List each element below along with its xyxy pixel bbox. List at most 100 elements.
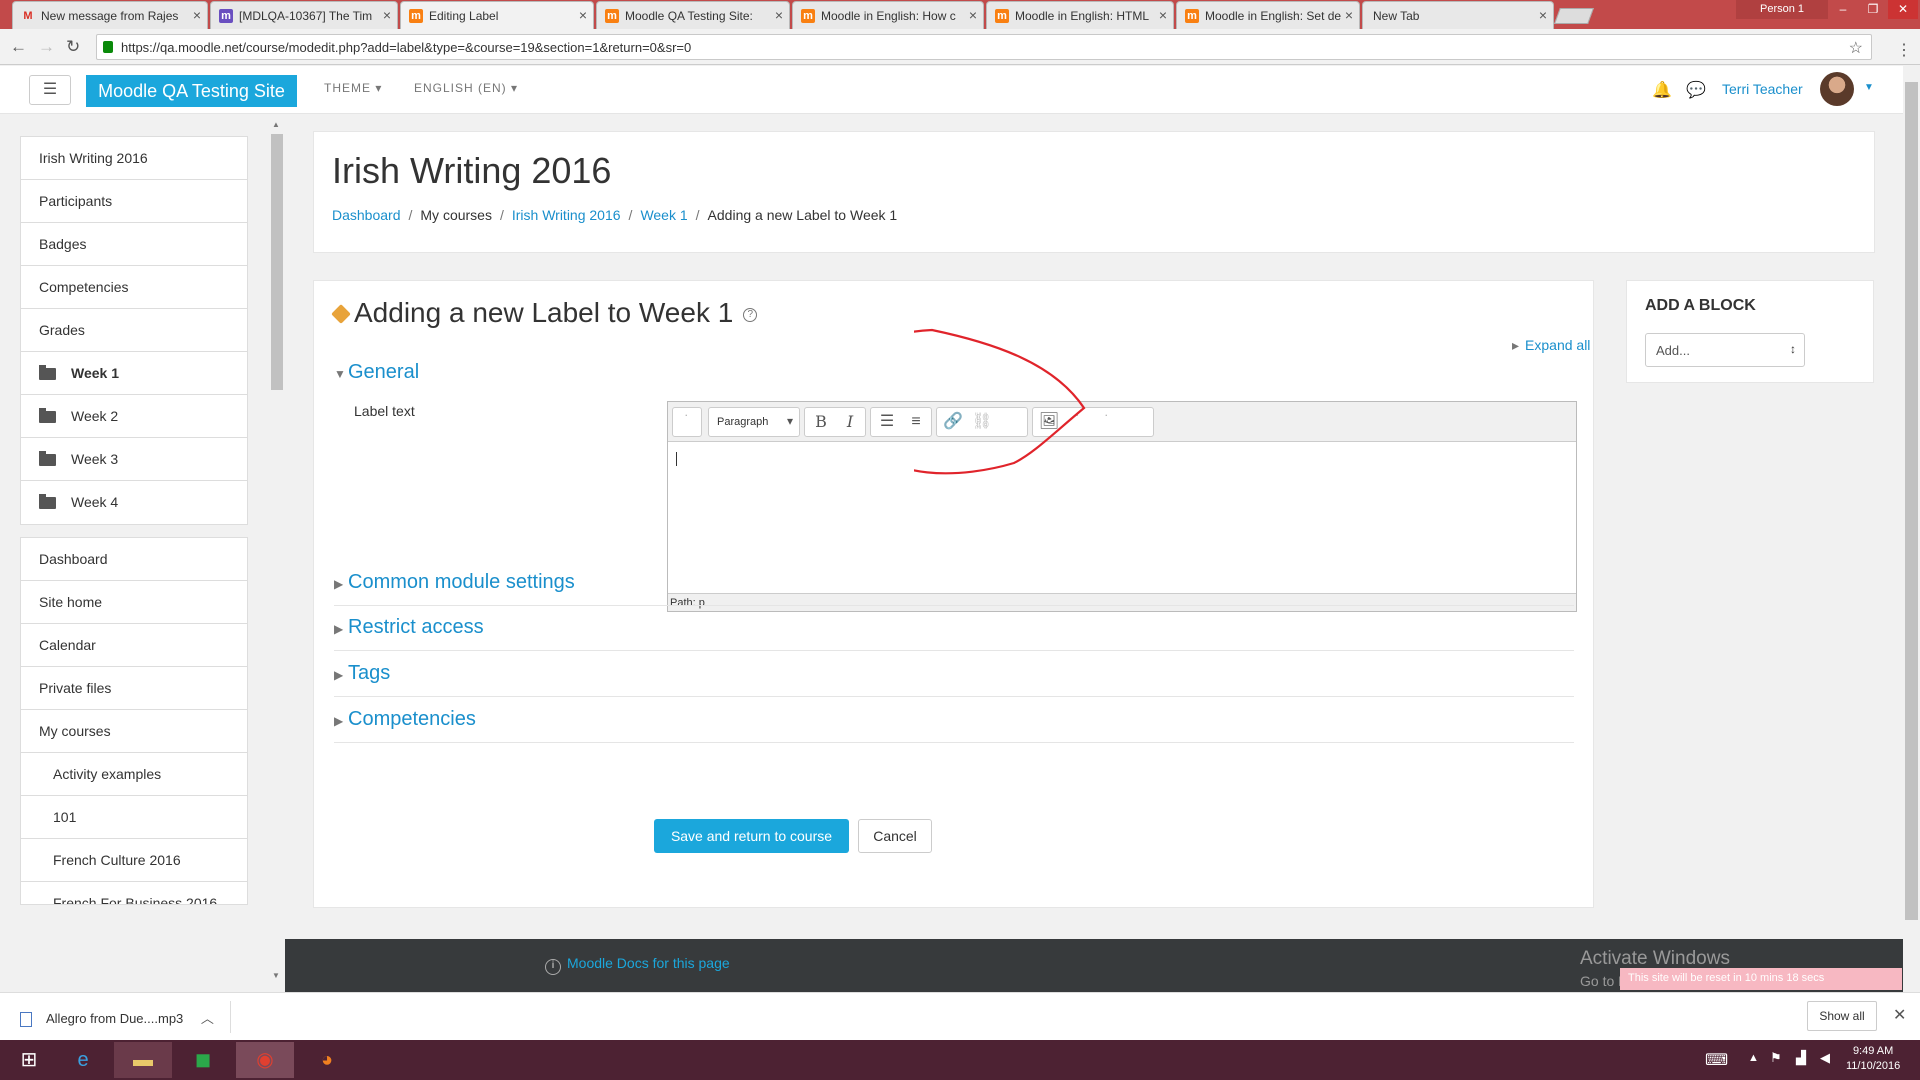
- avatar[interactable]: [1820, 72, 1854, 106]
- browser-tab[interactable]: m Moodle in English: How c ×: [792, 1, 984, 29]
- chrome-icon[interactable]: ◉: [236, 1042, 294, 1078]
- help-icon[interactable]: ?: [743, 307, 758, 322]
- sidebar-item[interactable]: Week 4: [21, 481, 247, 524]
- network-icon[interactable]: ▟: [1796, 1050, 1806, 1066]
- sidebar-item[interactable]: Badges: [21, 223, 247, 266]
- add-block-panel: ADD A BLOCK Add...: [1626, 280, 1874, 383]
- browser-tab[interactable]: m [MDLQA-10367] The Tim ×: [210, 1, 398, 29]
- sidebar-item[interactable]: French Culture 2016: [21, 839, 247, 882]
- close-tab-icon[interactable]: ×: [775, 7, 783, 23]
- browser-tab[interactable]: m Moodle QA Testing Site: ×: [596, 1, 790, 29]
- sidebar-item[interactable]: 101: [21, 796, 247, 839]
- page-scrollbar[interactable]: [1903, 66, 1920, 992]
- sidebar-item[interactable]: Participants: [21, 180, 247, 223]
- browser-tab[interactable]: New Tab ×: [1362, 1, 1554, 29]
- moodle-docs-link[interactable]: Moodle Docs for this page: [545, 955, 730, 975]
- forward-icon[interactable]: →: [38, 37, 55, 57]
- breadcrumb-item[interactable]: Dashboard: [332, 207, 401, 223]
- tray-chevron-icon[interactable]: ▲: [1748, 1052, 1759, 1064]
- show-all-downloads-button[interactable]: Show all: [1807, 1001, 1877, 1031]
- section-competencies-toggle[interactable]: ▶ Competencies: [334, 708, 476, 731]
- editor-content-area[interactable]: [668, 442, 1576, 593]
- sidebar-item[interactable]: Activity examples: [21, 753, 247, 796]
- action-center-icon[interactable]: ⚑: [1770, 1050, 1782, 1066]
- section-restrict-access-toggle[interactable]: ▶ Restrict access: [334, 616, 484, 639]
- firefox-icon[interactable]: ◕: [298, 1042, 356, 1078]
- sidebar-item[interactable]: Competencies: [21, 266, 247, 309]
- site-navigation-block: Dashboard Site home Calendar Private files M…: [20, 537, 248, 905]
- theme-dropdown[interactable]: THEME ▾: [324, 81, 382, 95]
- close-tab-icon[interactable]: ×: [193, 7, 201, 23]
- user-menu-chevron-icon[interactable]: ▼: [1864, 82, 1874, 93]
- section-common-module-settings-toggle[interactable]: ▶ Common module settings: [334, 571, 575, 594]
- page-scroll-thumb[interactable]: [1905, 82, 1918, 920]
- sidebar-item[interactable]: Week 2: [21, 395, 247, 438]
- paragraph-style-dropdown[interactable]: Paragraph: [709, 408, 799, 436]
- download-item[interactable]: Allegro from Due....mp3 ︿: [20, 1008, 214, 1028]
- sidebar-item[interactable]: Irish Writing 2016: [21, 137, 247, 180]
- chevron-up-icon[interactable]: ︿: [201, 1011, 214, 1026]
- back-icon[interactable]: ←: [10, 37, 27, 57]
- blank-button-icon[interactable]: [1122, 408, 1150, 436]
- taskbar-clock[interactable]: 9:49 AM 11/10/2016: [1846, 1044, 1900, 1074]
- volume-icon[interactable]: ◀: [1820, 1050, 1830, 1066]
- user-name-link[interactable]: Terri Teacher: [1722, 81, 1803, 97]
- save-and-return-button[interactable]: Save and return to course: [654, 819, 849, 853]
- file-explorer-icon[interactable]: ▬: [114, 1042, 172, 1078]
- sidebar-item[interactable]: Private files: [21, 667, 247, 710]
- sidebar-item[interactable]: Dashboard: [21, 538, 247, 581]
- minimize-icon[interactable]: –: [1828, 0, 1858, 19]
- hamburger-menu-icon[interactable]: ☰: [29, 75, 71, 105]
- unordered-list-icon[interactable]: ☰: [873, 408, 901, 436]
- restore-icon[interactable]: ❐: [1858, 0, 1888, 19]
- close-tab-icon[interactable]: ×: [969, 7, 977, 23]
- breadcrumb-item[interactable]: Week 1: [640, 207, 687, 223]
- profile-button[interactable]: Person 1: [1736, 0, 1828, 19]
- keyboard-icon[interactable]: ⌨: [1705, 1050, 1728, 1070]
- expand-all-link[interactable]: Expand all: [1512, 337, 1590, 354]
- sidebar-item[interactable]: Grades: [21, 309, 247, 352]
- bookmark-star-icon[interactable]: ☆: [1849, 38, 1863, 58]
- browser-tab[interactable]: M New message from Rajes ×: [12, 1, 208, 29]
- scroll-down-icon[interactable]: ▼: [272, 971, 280, 980]
- breadcrumb-item[interactable]: Irish Writing 2016: [512, 207, 621, 223]
- show-more-buttons-icon[interactable]: ˙: [673, 408, 701, 436]
- sidebar-item[interactable]: My courses: [21, 710, 247, 753]
- sidebar-scroll-thumb[interactable]: [271, 134, 283, 390]
- internet-explorer-icon[interactable]: e: [54, 1042, 112, 1078]
- add-block-select[interactable]: Add...: [1645, 333, 1805, 367]
- windows-start-icon[interactable]: ⊞: [0, 1042, 58, 1078]
- store-icon[interactable]: ◼: [174, 1042, 232, 1078]
- reload-icon[interactable]: ↻: [66, 37, 80, 57]
- site-brand-link[interactable]: Moodle QA Testing Site: [86, 75, 297, 107]
- cancel-button[interactable]: Cancel: [858, 819, 932, 853]
- browser-menu-icon[interactable]: ⋮: [1896, 40, 1912, 60]
- sidebar-item[interactable]: Site home: [21, 581, 247, 624]
- scroll-up-icon[interactable]: ▲: [272, 120, 280, 129]
- close-window-icon[interactable]: ✕: [1888, 0, 1918, 19]
- editor-style-group: Paragraph: [708, 407, 800, 437]
- sidebar-item[interactable]: French For Business 2016: [21, 882, 247, 904]
- sidebar-item[interactable]: Week 3: [21, 438, 247, 481]
- close-tab-icon[interactable]: ×: [383, 7, 391, 23]
- messages-icon[interactable]: 💬: [1686, 80, 1706, 100]
- section-tags-toggle[interactable]: ▶ Tags: [334, 662, 390, 685]
- close-tab-icon[interactable]: ×: [1159, 7, 1167, 23]
- browser-tab[interactable]: m Editing Label ×: [400, 1, 594, 29]
- section-general-toggle[interactable]: ▼ General: [334, 361, 419, 384]
- sidebar-item[interactable]: Calendar: [21, 624, 247, 667]
- italic-button[interactable]: I: [836, 408, 864, 436]
- notification-bell-icon[interactable]: 🔔: [1652, 80, 1672, 100]
- sidebar-item[interactable]: Week 1: [21, 352, 247, 395]
- language-dropdown[interactable]: ENGLISH (EN) ▾: [414, 81, 518, 95]
- new-tab-button[interactable]: [1554, 8, 1594, 24]
- sidebar-scrollbar[interactable]: ▲ ▼: [270, 120, 284, 982]
- url-input[interactable]: https://qa.moodle.net/course/modedit.php…: [96, 34, 1872, 60]
- browser-tab[interactable]: m Moodle in English: Set de ×: [1176, 1, 1360, 29]
- close-tab-icon[interactable]: ×: [1345, 7, 1353, 23]
- close-tab-icon[interactable]: ×: [1539, 7, 1547, 23]
- bold-button[interactable]: B: [807, 408, 835, 436]
- close-download-bar-icon[interactable]: ✕: [1893, 1005, 1906, 1025]
- close-tab-icon[interactable]: ×: [579, 7, 587, 23]
- browser-tab[interactable]: m Moodle in English: HTML ×: [986, 1, 1174, 29]
